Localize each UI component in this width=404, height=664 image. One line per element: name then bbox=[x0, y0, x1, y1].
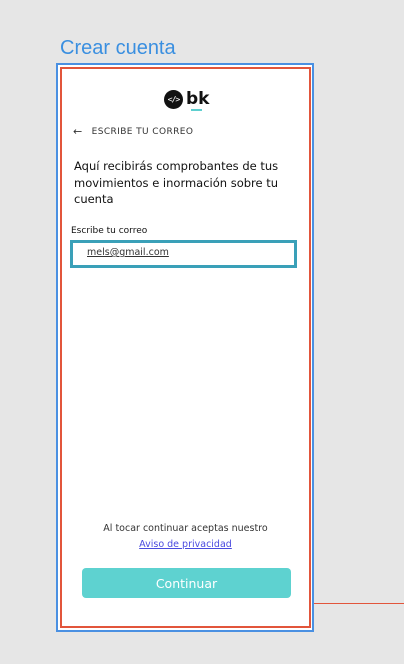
brand-logo: </> bk bbox=[164, 88, 210, 111]
connector-line bbox=[314, 603, 404, 604]
brand-name: bk bbox=[186, 89, 210, 111]
privacy-link[interactable]: Aviso de privacidad bbox=[60, 539, 311, 550]
email-field[interactable]: mels@gmail.com bbox=[70, 240, 297, 268]
description-text: Aquí recibirás comprobantes de tus movim… bbox=[74, 159, 279, 206]
back-navigation[interactable]: ← ESCRIBE TU CORREO bbox=[73, 126, 193, 138]
frame-title: Crear cuenta bbox=[60, 37, 176, 59]
step-title: ESCRIBE TU CORREO bbox=[91, 127, 194, 137]
continue-button[interactable]: Continuar bbox=[82, 568, 291, 598]
arrow-left-icon[interactable]: ← bbox=[73, 126, 83, 138]
brand-text: bk bbox=[186, 89, 210, 109]
brand-underline bbox=[191, 109, 202, 111]
email-value[interactable]: mels@gmail.com bbox=[87, 247, 169, 258]
terms-text: Al tocar continuar aceptas nuestro bbox=[103, 523, 268, 534]
code-icon: </> bbox=[164, 89, 183, 109]
email-label: Escribe tu correo bbox=[71, 226, 148, 236]
